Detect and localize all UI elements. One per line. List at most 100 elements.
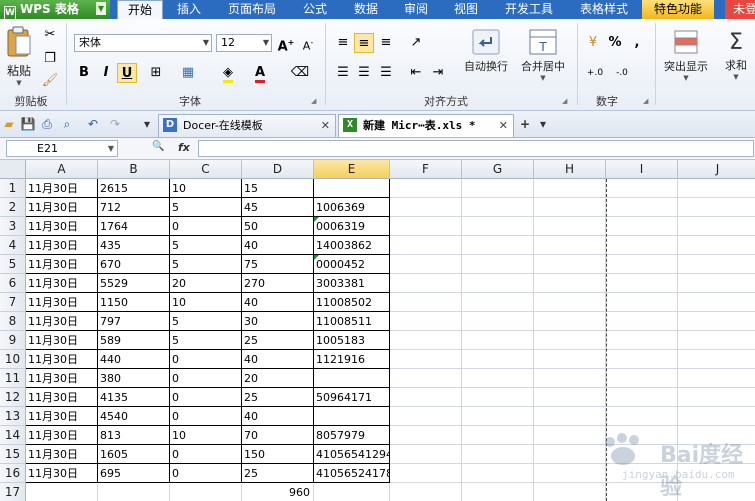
column-header-c[interactable]: C xyxy=(170,160,242,179)
orientation-button[interactable]: ↗ xyxy=(406,33,426,53)
increase-indent-button[interactable]: ⇥ xyxy=(428,63,448,83)
decrease-decimal-button[interactable]: -.0 xyxy=(610,63,634,83)
cell-h6[interactable] xyxy=(534,274,606,293)
cell-d3[interactable]: 50 xyxy=(242,217,314,236)
cell-j3[interactable] xyxy=(678,217,755,236)
cell-i5[interactable] xyxy=(606,255,678,274)
cell-d10[interactable]: 40 xyxy=(242,350,314,369)
conditional-highlight-button[interactable]: 突出显示 ▼ xyxy=(660,29,712,99)
cell-d15[interactable]: 150 xyxy=(242,445,314,464)
cell-e13[interactable] xyxy=(314,407,390,426)
row-header[interactable]: 11 xyxy=(0,369,26,388)
align-center-button[interactable]: ☰ xyxy=(354,63,374,83)
column-header-h[interactable]: H xyxy=(534,160,606,179)
cell-a10[interactable]: 11月30日 xyxy=(26,350,98,369)
customize-qat-button[interactable]: ▾ xyxy=(138,115,156,133)
cell-c7[interactable]: 10 xyxy=(170,293,242,312)
fill-style-button[interactable]: ▦ xyxy=(178,63,198,83)
cell-g9[interactable] xyxy=(462,331,534,350)
row-header[interactable]: 4 xyxy=(0,236,26,255)
cell-e14[interactable]: 8057979 xyxy=(314,426,390,445)
cell-c17[interactable] xyxy=(170,483,242,501)
cell-d4[interactable]: 40 xyxy=(242,236,314,255)
cell-h5[interactable] xyxy=(534,255,606,274)
cell-f8[interactable] xyxy=(390,312,462,331)
row-header[interactable]: 12 xyxy=(0,388,26,407)
column-header-g[interactable]: G xyxy=(462,160,534,179)
tab-list-button[interactable]: ▾ xyxy=(534,115,552,133)
cell-d17[interactable]: 960 xyxy=(242,483,314,501)
align-middle-button[interactable]: ≡ xyxy=(354,33,374,53)
cell-b16[interactable]: 695 xyxy=(98,464,170,483)
cell-i12[interactable] xyxy=(606,388,678,407)
row-header[interactable]: 8 xyxy=(0,312,26,331)
cell-i1[interactable] xyxy=(606,179,678,198)
tab-special-features[interactable]: 特色功能 xyxy=(642,0,714,19)
cell-h11[interactable] xyxy=(534,369,606,388)
cell-f1[interactable] xyxy=(390,179,462,198)
cell-b10[interactable]: 440 xyxy=(98,350,170,369)
cell-c12[interactable]: 0 xyxy=(170,388,242,407)
cell-e10[interactable]: 1121916 xyxy=(314,350,390,369)
doc-tab-spreadsheet[interactable]: X 新建 Micr⋯表.xls * ✕ xyxy=(338,114,514,137)
cell-h4[interactable] xyxy=(534,236,606,255)
cell-a9[interactable]: 11月30日 xyxy=(26,331,98,350)
cell-e12[interactable]: 50964171 xyxy=(314,388,390,407)
cell-j2[interactable] xyxy=(678,198,755,217)
increase-decimal-button[interactable]: +.0 xyxy=(583,63,607,83)
cell-d7[interactable]: 40 xyxy=(242,293,314,312)
font-size-combo[interactable]: 12 ▼ xyxy=(216,34,272,52)
cell-j1[interactable] xyxy=(678,179,755,198)
save-button[interactable]: 💾 xyxy=(19,115,37,133)
cell-a3[interactable]: 11月30日 xyxy=(26,217,98,236)
search-icon[interactable]: 🔍 xyxy=(152,141,164,152)
cell-e8[interactable]: 11008511 xyxy=(314,312,390,331)
cell-i2[interactable] xyxy=(606,198,678,217)
cell-g4[interactable] xyxy=(462,236,534,255)
cell-c14[interactable]: 10 xyxy=(170,426,242,445)
cell-e2[interactable]: 1006369 xyxy=(314,198,390,217)
cell-j12[interactable] xyxy=(678,388,755,407)
column-header-i[interactable]: I xyxy=(606,160,678,179)
column-header-a[interactable]: A xyxy=(26,160,98,179)
formula-input[interactable] xyxy=(198,140,754,157)
cell-h13[interactable] xyxy=(534,407,606,426)
clear-format-button[interactable]: ⌫ xyxy=(290,63,310,83)
cell-c6[interactable]: 20 xyxy=(170,274,242,293)
cell-f7[interactable] xyxy=(390,293,462,312)
cell-b4[interactable]: 435 xyxy=(98,236,170,255)
cell-b14[interactable]: 813 xyxy=(98,426,170,445)
align-right-button[interactable]: ☰ xyxy=(376,63,396,83)
cell-f14[interactable] xyxy=(390,426,462,445)
cell-g7[interactable] xyxy=(462,293,534,312)
redo-button[interactable]: ↷ xyxy=(106,115,124,133)
cell-f3[interactable] xyxy=(390,217,462,236)
fill-color-button[interactable]: ◈ xyxy=(218,63,238,83)
login-button[interactable]: 未登 xyxy=(725,0,755,19)
cell-d13[interactable]: 40 xyxy=(242,407,314,426)
cell-a16[interactable]: 11月30日 xyxy=(26,464,98,483)
cell-c15[interactable]: 0 xyxy=(170,445,242,464)
cell-j5[interactable] xyxy=(678,255,755,274)
print-button[interactable]: ⎙ xyxy=(38,115,56,133)
cell-f2[interactable] xyxy=(390,198,462,217)
bold-button[interactable]: B xyxy=(74,63,94,83)
tab-data[interactable]: 数据 xyxy=(346,0,386,19)
cell-a11[interactable]: 11月30日 xyxy=(26,369,98,388)
row-header[interactable]: 10 xyxy=(0,350,26,369)
row-header[interactable]: 3 xyxy=(0,217,26,236)
cell-e7[interactable]: 11008502 xyxy=(314,293,390,312)
select-all-corner[interactable] xyxy=(0,160,26,179)
cell-d5[interactable]: 75 xyxy=(242,255,314,274)
cell-h3[interactable] xyxy=(534,217,606,236)
cell-a2[interactable]: 11月30日 xyxy=(26,198,98,217)
cell-b13[interactable]: 4540 xyxy=(98,407,170,426)
close-icon[interactable]: ✕ xyxy=(499,115,508,136)
cell-c10[interactable]: 0 xyxy=(170,350,242,369)
cell-h7[interactable] xyxy=(534,293,606,312)
cell-f15[interactable] xyxy=(390,445,462,464)
italic-button[interactable]: I xyxy=(96,63,116,83)
cell-a7[interactable]: 11月30日 xyxy=(26,293,98,312)
cell-i6[interactable] xyxy=(606,274,678,293)
cell-e16[interactable]: 41056524178 xyxy=(314,464,390,483)
